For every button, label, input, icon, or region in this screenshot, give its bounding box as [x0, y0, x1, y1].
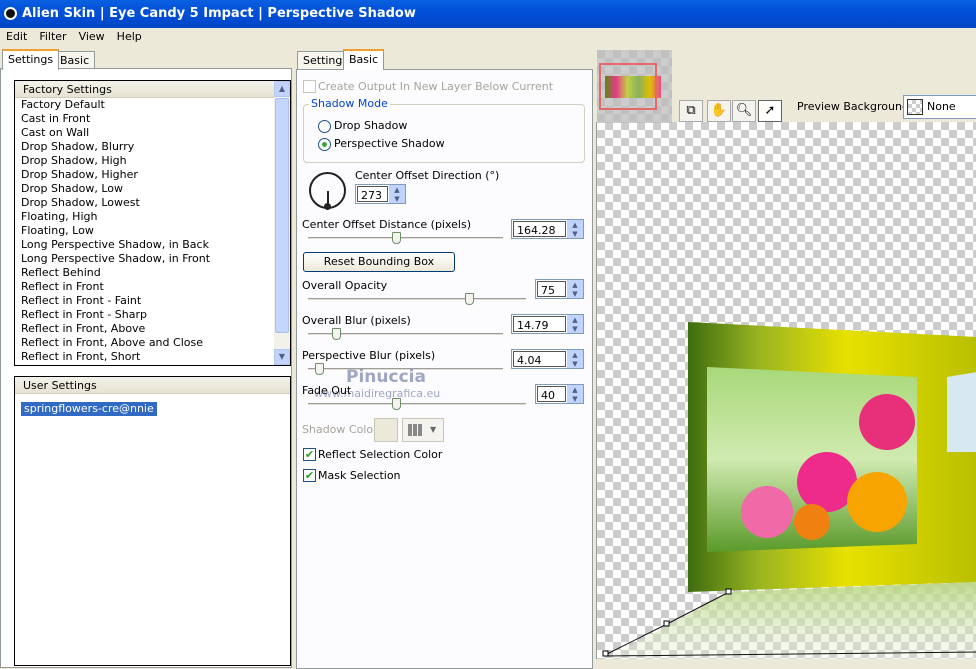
- title-bar: Alien Skin | Eye Candy 5 Impact | Perspe…: [0, 0, 976, 28]
- factory-setting-item[interactable]: Drop Shadow, Low: [15, 182, 290, 196]
- user-settings-list[interactable]: User Settings springflowers-cre@nnie: [14, 376, 291, 666]
- blur-spinner[interactable]: 14.79 ▲ ▼: [511, 314, 584, 334]
- menu-edit[interactable]: Edit: [0, 28, 33, 45]
- factory-setting-item[interactable]: Cast on Wall: [15, 126, 290, 140]
- factory-setting-item[interactable]: Reflect Behind: [15, 266, 290, 280]
- factory-setting-item[interactable]: Drop Shadow, High: [15, 154, 290, 168]
- tab-settings-left[interactable]: Settings: [2, 49, 60, 70]
- opacity-slider[interactable]: [308, 293, 526, 305]
- factory-setting-item[interactable]: Floating, Low: [15, 224, 290, 238]
- blur-value[interactable]: 14.79: [513, 316, 566, 332]
- fade-out-spinner[interactable]: 40 ▲ ▼: [535, 384, 584, 404]
- factory-setting-item[interactable]: Reflect in Front, Above and Close: [15, 336, 290, 350]
- menu-filter[interactable]: Filter: [33, 28, 72, 45]
- user-settings-header: User Settings: [15, 377, 290, 394]
- perspective-blur-value[interactable]: 4.04: [513, 351, 566, 367]
- fade-out-slider[interactable]: [308, 398, 526, 410]
- factory-setting-item[interactable]: Reflect in Front - Sharp: [15, 308, 290, 322]
- shadow-mode-group: [303, 104, 585, 163]
- menu-help[interactable]: Help: [111, 28, 148, 45]
- perspective-blur-label: Perspective Blur (pixels): [302, 349, 436, 362]
- perspective-blur-spinner[interactable]: 4.04 ▲ ▼: [511, 349, 584, 369]
- perspective-blur-slider-thumb[interactable]: [315, 363, 325, 375]
- watermark-name: Pinuccia: [346, 367, 426, 387]
- zoom-icon[interactable]: 🔍︎: [732, 100, 756, 122]
- mask-selection-label: Mask Selection: [318, 469, 401, 482]
- window-title: Alien Skin | Eye Candy 5 Impact | Perspe…: [22, 6, 416, 21]
- perspective-shadow-label: Perspective Shadow: [334, 137, 445, 150]
- color-palette-dropdown[interactable]: ▼: [402, 418, 444, 442]
- factory-setting-item[interactable]: Reflect in Front - Faint: [15, 294, 290, 308]
- reflect-selection-color-checkbox[interactable]: ✔: [303, 448, 316, 461]
- scroll-thumb[interactable]: [275, 98, 289, 333]
- factory-settings-list[interactable]: Factory Settings Factory Default Cast in …: [14, 80, 291, 366]
- preview-background-select[interactable]: None: [903, 95, 976, 119]
- fade-out-label: Fade Out: [302, 384, 352, 397]
- shadow-color-swatch[interactable]: [374, 418, 398, 442]
- blur-label: Overall Blur (pixels): [302, 314, 411, 327]
- opacity-label: Overall Opacity: [302, 279, 388, 292]
- pointer-icon[interactable]: ➚: [758, 100, 782, 122]
- distance-slider-thumb[interactable]: [391, 232, 401, 244]
- reflect-selection-color-label: Reflect Selection Color: [318, 448, 443, 461]
- menu-view[interactable]: View: [73, 28, 111, 45]
- preview-background-value: None: [927, 100, 956, 113]
- drop-shadow-label: Drop Shadow: [334, 119, 408, 132]
- factory-setting-item[interactable]: Reflect in Front, Above: [15, 322, 290, 336]
- scroll-up-icon[interactable]: ▲: [274, 81, 290, 97]
- factory-setting-item[interactable]: Drop Shadow, Lowest: [15, 196, 290, 210]
- factory-scrollbar[interactable]: ▲ ▼: [274, 81, 290, 365]
- hand-icon[interactable]: ✋: [707, 100, 731, 122]
- opacity-value[interactable]: 75: [537, 281, 566, 297]
- preview-canvas[interactable]: [596, 122, 976, 659]
- factory-setting-item[interactable]: Reflect in Front, Short: [15, 350, 290, 364]
- blur-slider-thumb[interactable]: [332, 328, 342, 340]
- navigator-thumbnail[interactable]: [597, 50, 672, 123]
- chevron-down-icon: ▼: [430, 425, 437, 434]
- preview-background-label: Preview Background:: [797, 100, 913, 113]
- factory-setting-item[interactable]: Factory Default: [15, 98, 290, 112]
- perspective-shadow-radio[interactable]: [318, 138, 331, 151]
- scroll-down-icon[interactable]: ▼: [274, 349, 290, 365]
- user-setting-item[interactable]: springflowers-cre@nnie: [21, 402, 157, 416]
- factory-setting-item[interactable]: Long Perspective Shadow, in Back: [15, 238, 290, 252]
- distance-slider[interactable]: [308, 232, 503, 244]
- direction-label: Center Offset Direction (°): [355, 169, 500, 182]
- shadow-color-label: Shadow Color: [302, 423, 378, 436]
- create-output-checkbox[interactable]: [303, 80, 316, 93]
- distance-value[interactable]: 164.28: [513, 221, 566, 237]
- factory-settings-header: Factory Settings: [15, 81, 274, 98]
- opacity-slider-thumb[interactable]: [464, 293, 474, 305]
- distance-label: Center Offset Distance (pixels): [302, 218, 472, 231]
- factory-setting-item[interactable]: Reflect in Front: [15, 280, 290, 294]
- blur-slider[interactable]: [308, 328, 503, 340]
- factory-setting-item[interactable]: Drop Shadow, Higher: [15, 168, 290, 182]
- transparent-swatch-icon: [907, 99, 923, 115]
- distance-spinner[interactable]: 164.28 ▲ ▼: [511, 219, 584, 239]
- direction-spinner[interactable]: 273 ▲ ▼: [355, 184, 406, 204]
- shadow-mode-label: Shadow Mode: [309, 97, 390, 110]
- alien-skin-icon: [4, 7, 17, 20]
- navigator-viewport[interactable]: [599, 63, 657, 110]
- opacity-spinner[interactable]: 75 ▲ ▼: [535, 279, 584, 299]
- fade-out-slider-thumb[interactable]: [391, 398, 401, 410]
- direction-value[interactable]: 273: [357, 186, 388, 202]
- compare-icon[interactable]: ⧉: [679, 100, 703, 122]
- grid-icon: [408, 424, 423, 436]
- factory-setting-item[interactable]: Long Perspective Shadow, in Front: [15, 252, 290, 266]
- create-output-label: Create Output In New Layer Below Current: [318, 80, 554, 93]
- reset-bounding-box-button[interactable]: Reset Bounding Box: [303, 252, 455, 272]
- fade-out-value[interactable]: 40: [537, 386, 566, 402]
- tab-basic[interactable]: Basic: [343, 49, 385, 70]
- factory-setting-item[interactable]: Floating, High: [15, 210, 290, 224]
- menu-bar: Edit Filter View Help: [0, 28, 976, 45]
- drop-shadow-radio[interactable]: [318, 120, 331, 133]
- factory-setting-item[interactable]: Drop Shadow, Blurry: [15, 140, 290, 154]
- direction-dial[interactable]: [309, 172, 346, 210]
- factory-setting-item[interactable]: Cast in Front: [15, 112, 290, 126]
- preview-image: [602, 322, 976, 659]
- mask-selection-checkbox[interactable]: ✔: [303, 469, 316, 482]
